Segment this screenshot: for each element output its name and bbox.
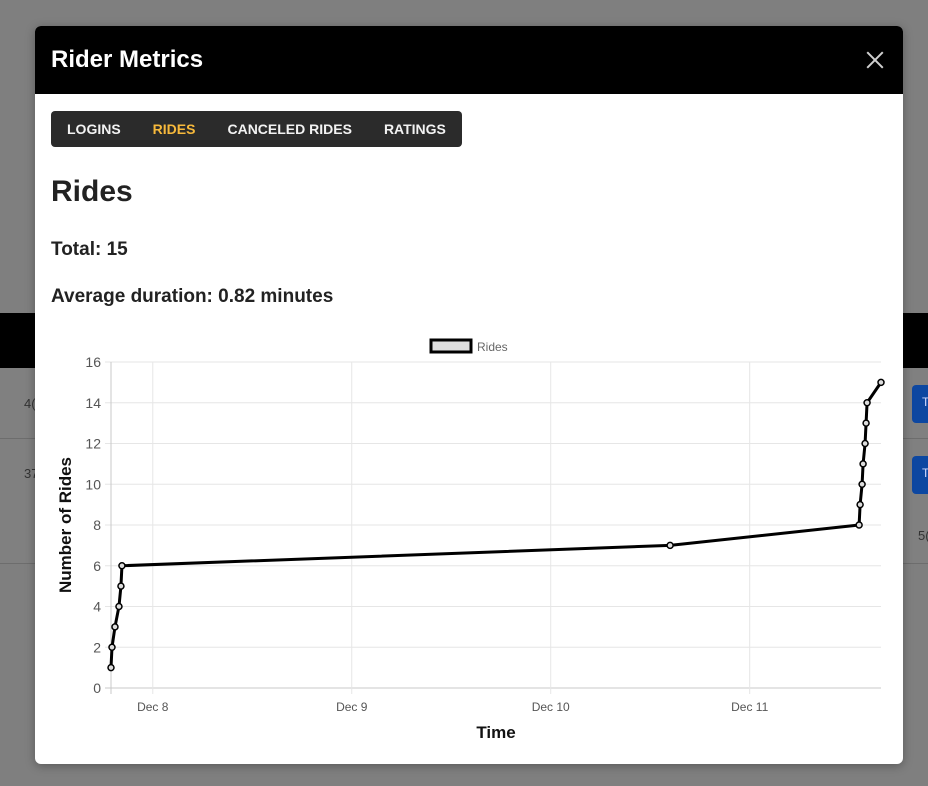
rides-data-point: [107, 663, 115, 672]
tab-canceled-rides[interactable]: CANCELED RIDES: [211, 111, 367, 147]
background-cell: 4(: [24, 396, 36, 411]
rides-data-point: [856, 500, 864, 509]
y-tick-label: 14: [85, 395, 101, 411]
x-tick-label: Dec 8: [137, 700, 169, 714]
legend-label: Rides: [477, 340, 508, 354]
y-axis-title: Number of Rides: [56, 457, 75, 593]
modal-title: Rider Metrics: [51, 46, 204, 73]
average-duration: Average duration: 0.82 minutes: [51, 286, 334, 307]
rides-chart-svg: 0 2 4 6 8 10 12 14 16 Dec 8 Dec 9 Dec 10 Dec 11 Time N…: [56, 338, 885, 742]
tab-ratings[interactable]: RATINGS: [368, 111, 462, 147]
tab-rides[interactable]: RIDES: [137, 111, 212, 147]
modal-body: LOGINS RIDES CANCELED RIDES RATINGS Ride…: [35, 94, 903, 308]
rider-metrics-modal: Rider Metrics LOGINS RIDES CANCELED RIDE…: [35, 26, 903, 764]
metrics-tabs: LOGINS RIDES CANCELED RIDES RATINGS: [51, 111, 462, 147]
background-cell: 5(: [918, 528, 928, 543]
rides-data-point: [858, 480, 866, 488]
total-rides: Total: 15: [51, 239, 128, 260]
x-axis-title: Time: [476, 723, 515, 742]
y-tick-label: 0: [93, 680, 101, 696]
rides-data-point: [117, 582, 125, 590]
background-action-button: T: [912, 385, 928, 423]
y-tick-label: 16: [85, 354, 101, 370]
rides-data-point: [108, 643, 116, 651]
tab-logins[interactable]: LOGINS: [51, 111, 137, 147]
y-tick-label: 2: [93, 639, 101, 655]
close-icon[interactable]: [863, 48, 887, 72]
rides-data-point: [863, 399, 871, 407]
rides-data-point: [111, 623, 119, 631]
x-tick-label: Dec 9: [336, 700, 368, 714]
x-tick-label: Dec 11: [731, 700, 768, 714]
rides-data-point: [861, 439, 869, 448]
rides-data-point: [118, 562, 126, 570]
y-tick-label: 12: [85, 436, 101, 452]
y-tick-label: 10: [85, 476, 101, 492]
rides-data-point: [877, 378, 885, 387]
rides-data-point: [862, 419, 870, 427]
background-action-button: T: [912, 456, 928, 494]
rides-chart: 0 2 4 6 8 10 12 14 16 Dec 8 Dec 9 Dec 10 Dec 11 Time N…: [51, 332, 887, 752]
modal-header: Rider Metrics: [35, 26, 903, 94]
section-title: Rides: [51, 175, 133, 208]
legend-swatch: [429, 338, 473, 354]
x-tick-label: Dec 10: [532, 700, 570, 714]
rides-data-point: [666, 541, 674, 550]
rides-data-point: [115, 602, 123, 611]
rides-data-point: [859, 460, 867, 468]
y-tick-label: 6: [93, 558, 101, 574]
rides-data-point: [855, 521, 863, 529]
y-tick-label: 8: [93, 517, 101, 533]
y-tick-label: 4: [93, 599, 101, 615]
